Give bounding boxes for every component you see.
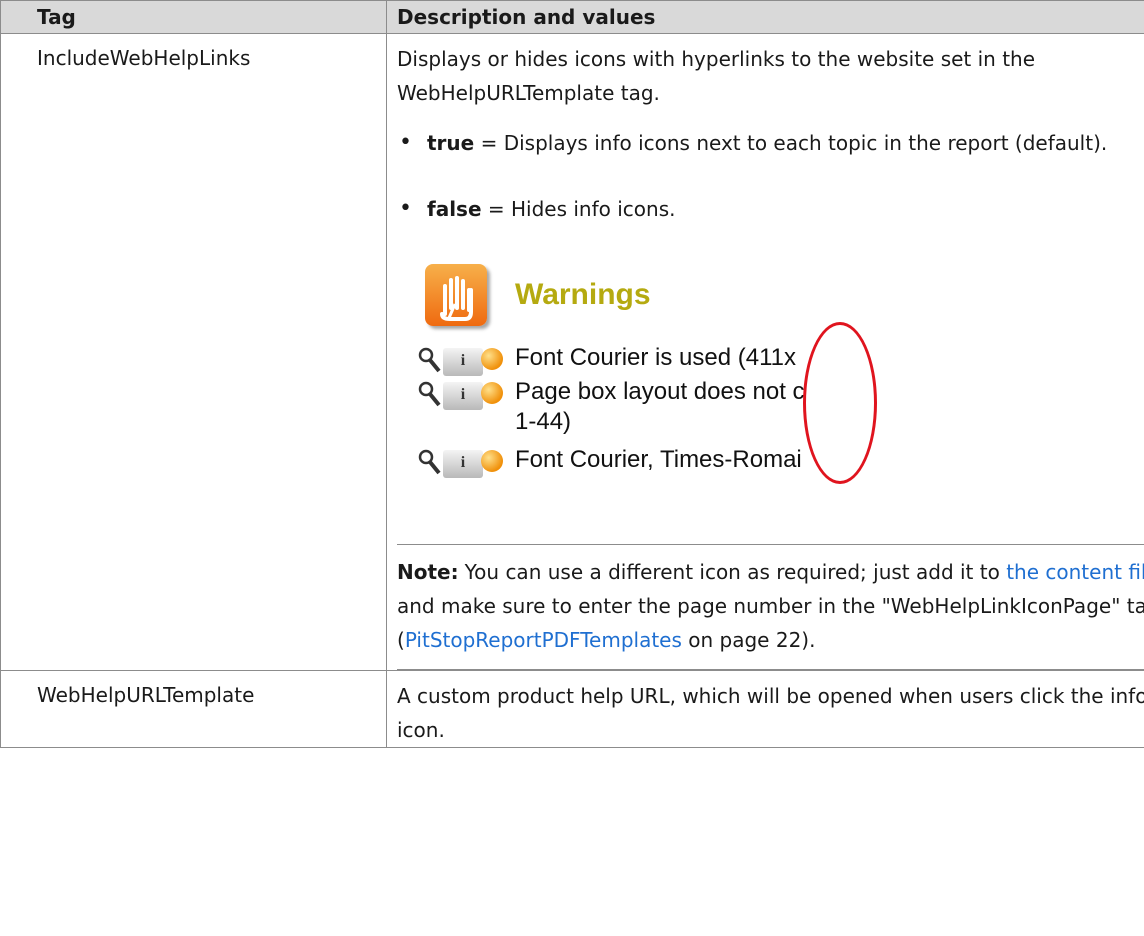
hand-icon: [425, 264, 487, 326]
header-description: Description and values: [386, 0, 1144, 34]
warning-ball-icon: [481, 382, 503, 404]
value-key: true: [427, 131, 475, 155]
tag-cell: WebHelpURLTemplate: [0, 670, 387, 748]
info-icon[interactable]: i: [443, 382, 483, 410]
magnifier-icon[interactable]: [417, 346, 443, 374]
list-item: true = Displays info icons next to each …: [397, 126, 1144, 160]
content-file-link[interactable]: the content file: [1006, 560, 1144, 584]
table-row: IncludeWebHelpLinks Displays or hides ic…: [0, 33, 1144, 671]
warning-text-continued: 1-44): [515, 408, 572, 435]
values-list: true = Displays info icons next to each …: [397, 126, 1144, 226]
warning-text: Font Courier is used (411x: [515, 344, 797, 371]
table-row: WebHelpURLTemplate A custom product help…: [0, 670, 1144, 748]
note-box: Note: You can use a different icon as req…: [397, 544, 1144, 670]
warnings-screenshot: Warnings i Font Courier is used (411x i …: [397, 234, 1144, 544]
description-text: Displays or hides icons with hyperlinks …: [397, 47, 1036, 105]
tag-cell: IncludeWebHelpLinks: [0, 33, 387, 671]
note-text: on page 22).: [681, 628, 816, 652]
tag-table: Tag Description and values IncludeWebHel…: [0, 0, 1144, 748]
description-cell: Displays or hides icons with hyperlinks …: [386, 33, 1144, 671]
value-key: false: [427, 197, 482, 221]
warnings-title: Warnings: [515, 278, 651, 311]
info-icon[interactable]: i: [443, 348, 483, 376]
warning-ball-icon: [481, 348, 503, 370]
header-row: Tag Description and values: [0, 0, 1144, 34]
header-tag: Tag: [0, 0, 387, 34]
magnifier-icon[interactable]: [417, 448, 443, 476]
warning-text: Page box layout does not c: [515, 378, 805, 405]
magnifier-icon[interactable]: [417, 380, 443, 408]
description-cell: A custom product help URL, which will be…: [386, 670, 1144, 748]
templates-link[interactable]: PitStopReportPDFTemplates: [405, 628, 682, 652]
note-label: Note:: [397, 560, 459, 584]
warning-ball-icon: [481, 450, 503, 472]
value-text: = Hides info icons.: [481, 197, 676, 221]
value-text: = Displays info icons next to each topic…: [474, 131, 1108, 155]
info-icon[interactable]: i: [443, 450, 483, 478]
list-item: false = Hides info icons.: [397, 192, 1144, 226]
highlight-circle: [803, 322, 877, 484]
note-text: You can use a different icon as required…: [464, 560, 1007, 584]
warning-text: Font Courier, Times-Romai: [515, 446, 802, 473]
